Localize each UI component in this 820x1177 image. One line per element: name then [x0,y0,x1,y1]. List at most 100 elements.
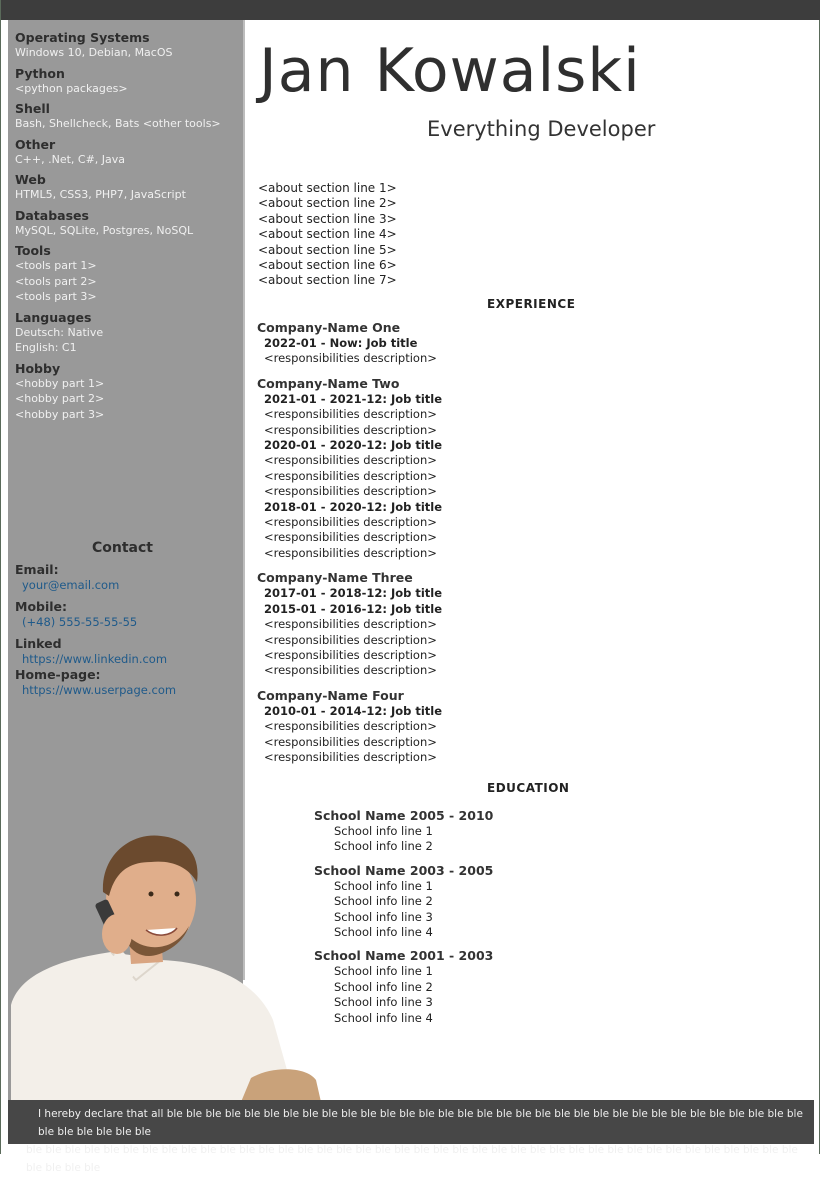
company-name: Company-Name One [257,320,401,335]
about-line: <about section line 6> [258,258,397,273]
school-info-line: School info line 4 [334,1010,433,1025]
skill-detail: <tools part 2> [15,274,97,288]
cv-page: Operating Systems Windows 10, Debian, Mac… [0,0,820,1174]
skill-detail: English: C1 [15,341,77,354]
responsibility-line: <responsibilities description> [264,749,437,764]
company-entry: Company-Name One 2022-01 - Now: Job title… [257,320,797,367]
school-entry: School Name 2005 - 2010 School info line … [314,808,794,855]
job-title: 2010-01 - 2014-12: Job title [264,703,443,718]
job-title: 2020-01 - 2020-12: Job title [264,438,443,453]
skill-title: Operating Systems [15,30,150,45]
homepage-label: Home-page: [15,667,101,682]
skill-title: Languages [15,309,92,325]
skill-detail: HTML5, CSS3, PHP7, JavaScript [15,188,186,201]
about-line: <about section line 2> [258,196,397,211]
skill-group: Python <python packages> [15,66,240,97]
school-info-line: School info line 3 [334,995,433,1010]
skill-group: Tools <tools part 1> <tools part 2> <tools … [15,243,240,305]
skill-title: Shell [15,101,50,116]
skill-title: Other [15,136,56,152]
education-list: School Name 2005 - 2010 School info line … [314,808,794,1034]
mobile-label: Mobile: [15,599,68,614]
company-name: Company-Name Three [257,570,413,586]
company-entry: Company-Name Two 2021-01 - 2021-12: Job t… [257,376,797,561]
email-label: Email: [15,562,59,577]
school-info-line: School info line 4 [334,925,433,940]
homepage-link[interactable]: https://www.userpage.com [15,682,240,698]
skill-detail: <hobby part 1> [15,376,105,390]
responsibility-line: <responsibilities description> [264,351,437,366]
about-line: <about section line 4> [258,227,397,242]
responsibility-line: <responsibilities description> [264,530,437,545]
linkedin-link[interactable]: https://www.linkedin.com [15,651,240,667]
school-info-line: School info line 1 [334,824,433,838]
skill-title: Databases [15,207,89,223]
skill-title: Tools [15,243,51,258]
skill-detail: <python packages> [15,81,128,95]
company-name: Company-Name Four [257,687,404,703]
contact-title: Contact [92,540,153,556]
responsibility-line: <responsibilities description> [264,407,437,422]
school-info-line: School info line 1 [334,964,433,979]
responsibility-line: <responsibilities description> [264,632,437,647]
responsibility-line: <responsibilities description> [264,663,437,678]
job-title: 2017-01 - 2018-12: Job title [264,586,443,601]
school-info-line: School info line 2 [334,894,433,909]
person-name: Jan Kowalski [259,36,641,106]
responsibility-line: <responsibilities description> [264,617,437,632]
school-name: School Name 2001 - 2003 [314,948,494,964]
skill-group: Operating Systems Windows 10, Debian, Mac… [15,30,240,61]
skill-group: Other C++, .Net, C#, Java [15,137,240,168]
mobile-link[interactable]: (+48) 555-55-55-55 [15,614,240,630]
company-entry: Company-Name Three 2017-01 - 2018-12: Job… [257,570,797,678]
skill-title: Python [15,65,65,81]
company-name: Company-Name Two [257,375,400,391]
responsibility-line: <responsibilities description> [264,719,437,734]
skill-detail: Windows 10, Debian, MacOS [15,46,173,59]
responsibility-line: <responsibilities description> [264,545,437,560]
footer-line: ble ble ble ble ble ble ble ble ble ble … [26,1144,798,1174]
experience-heading: EXPERIENCE [487,297,576,311]
job-title: 2021-01 - 2021-12: Job title [264,391,443,406]
about-line: <about section line 1> [258,181,397,195]
about-line: <about section line 5> [258,242,397,257]
skill-detail: <tools part 1> [15,259,97,272]
school-name: School Name 2005 - 2010 [314,808,494,823]
skill-detail: <tools part 3> [15,290,97,303]
email-link[interactable]: your@email.com [15,577,240,593]
skill-detail: Bash, Shellcheck, Bats <other tools> [15,117,221,130]
job-title: 2022-01 - Now: Job title [264,336,418,350]
skill-group: Shell Bash, Shellcheck, Bats <other tools… [15,101,240,132]
responsibility-line: <responsibilities description> [264,453,437,468]
school-info-line: School info line 1 [334,878,433,893]
skill-group: Web HTML5, CSS3, PHP7, JavaScript [15,172,240,203]
skill-group: Languages Deutsch: Native English: C1 [15,310,240,356]
job-title: 2018-01 - 2020-12: Job title [264,499,443,514]
about-line: <about section line 7> [258,273,397,288]
skill-title: Web [15,172,46,187]
contact-section: Contact Email: your@email.com Mobile: (+… [15,540,240,704]
skill-detail: Deutsch: Native [15,325,104,339]
linked-label: Linked [15,636,62,651]
responsibility-line: <responsibilities description> [264,515,437,530]
footer-line: I hereby declare that all ble ble ble bl… [38,1108,803,1138]
skill-detail: MySQL, SQLite, Postgres, NoSQL [15,223,194,237]
skill-group: Hobby <hobby part 1> <hobby part 2> <hobby … [15,361,240,423]
skill-detail: <hobby part 3> [15,407,105,421]
about-line: <about section line 3> [258,211,397,226]
skill-detail: <hobby part 2> [15,392,105,405]
responsibility-line: <responsibilities description> [264,647,437,662]
skill-detail: C++, .Net, C#, Java [15,152,126,166]
skill-title: Hobby [15,360,61,376]
school-name: School Name 2003 - 2005 [314,862,494,878]
education-heading: EDUCATION [487,781,570,795]
about-section: <about section line 1> <about section lin… [258,181,397,289]
responsibility-line: <responsibilities description> [264,468,437,483]
responsibility-line: <responsibilities description> [264,734,437,749]
school-entry: School Name 2001 - 2003 School info line … [314,948,794,1026]
skills-list: Operating Systems Windows 10, Debian, Mac… [15,30,240,427]
job-title: 2015-01 - 2016-12: Job title [264,601,443,616]
job-role: Everything Developer [427,117,656,141]
responsibility-line: <responsibilities description> [264,484,437,499]
footer-declaration: I hereby declare that all ble ble ble bl… [8,1100,814,1174]
